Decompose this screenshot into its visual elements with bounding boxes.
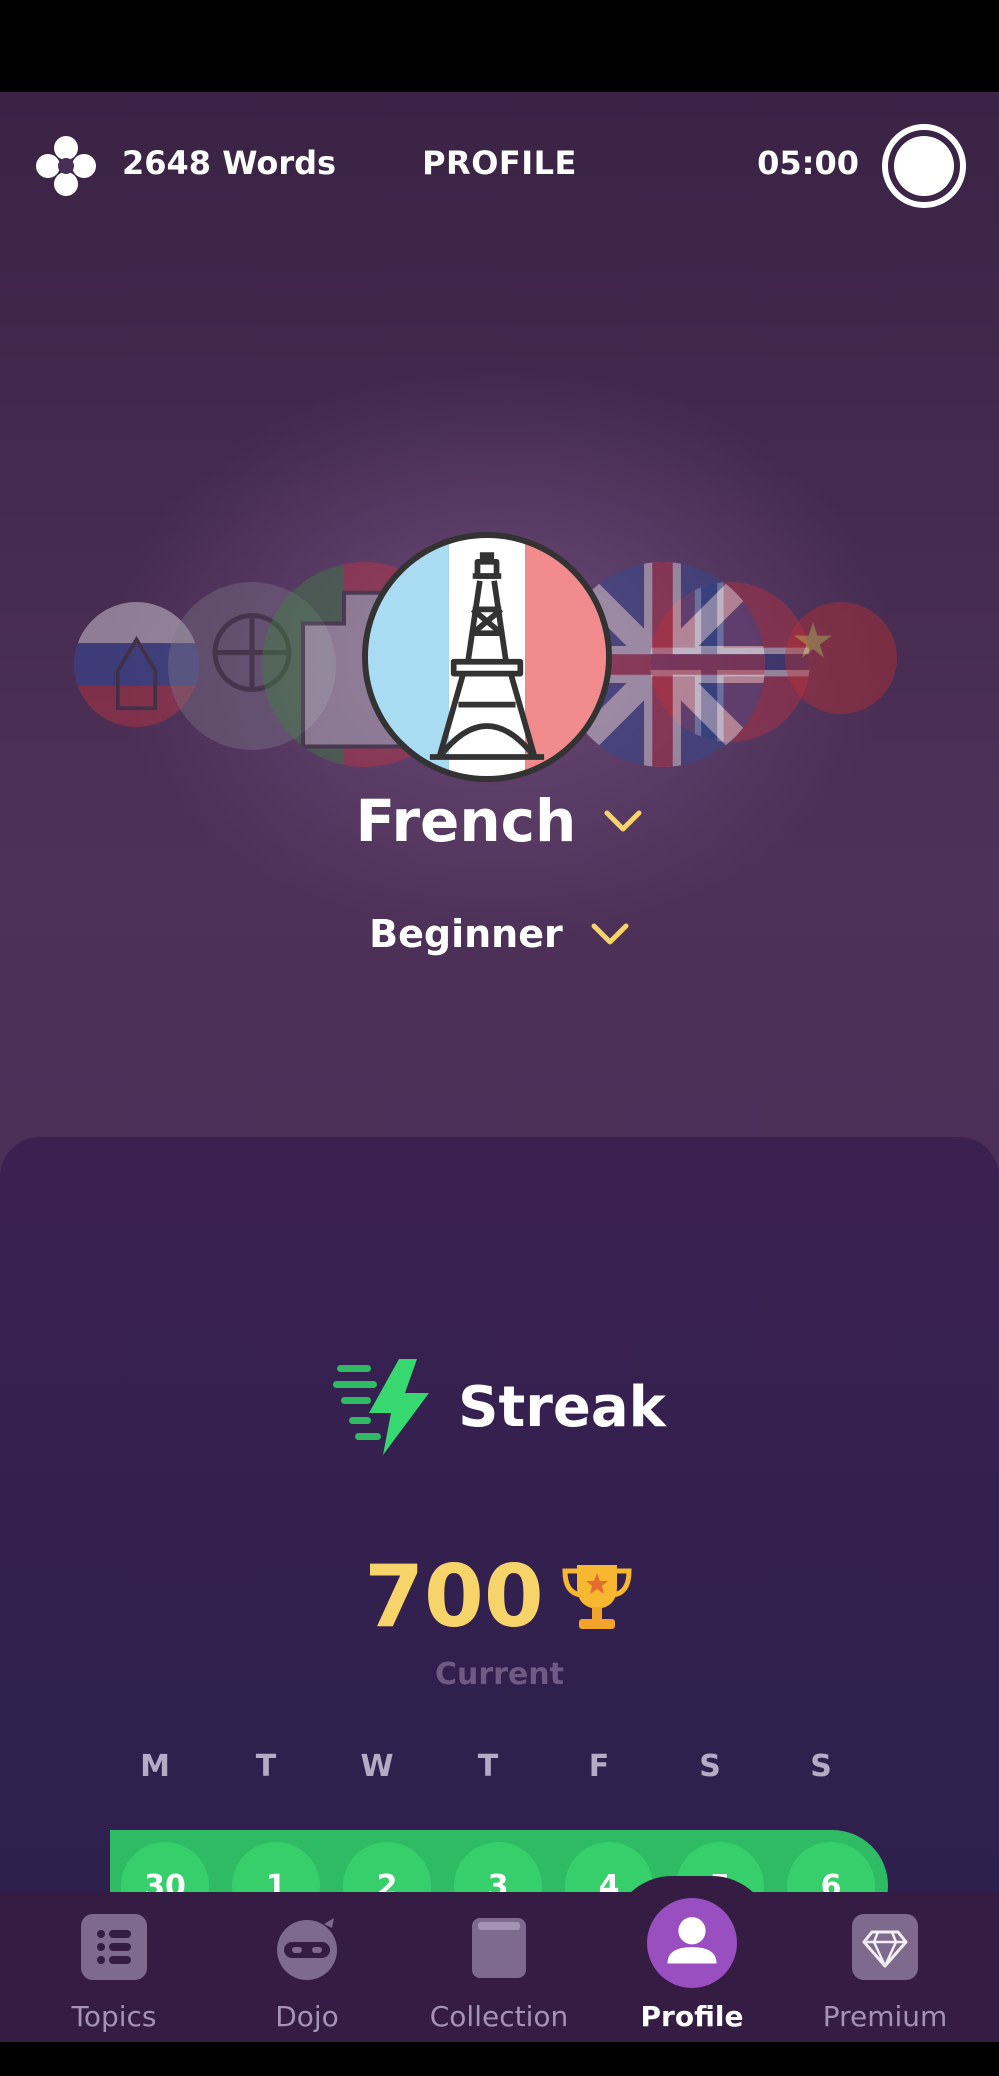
weekday-label: W xyxy=(360,1749,394,1784)
weekday-label: T xyxy=(477,1749,499,1784)
list-icon xyxy=(81,1914,147,1980)
nav-label: Dojo xyxy=(275,2000,339,2033)
level-name: Beginner xyxy=(369,912,563,956)
chevron-down-icon xyxy=(604,810,642,832)
diamond-icon xyxy=(852,1914,918,1980)
status-bar xyxy=(0,0,999,92)
nav-label: Topics xyxy=(71,2000,157,2033)
app-header: 2648 Words PROFILE 05:00 xyxy=(0,92,999,242)
timer-display: 05:00 xyxy=(757,144,859,182)
streak-label: Streak xyxy=(458,1374,666,1440)
language-carousel[interactable] xyxy=(0,392,999,812)
flag-chinese[interactable] xyxy=(785,602,897,714)
weekday-label: S xyxy=(810,1749,832,1784)
nav-dojo[interactable]: Dojo xyxy=(212,1892,402,2042)
streak-count-row: 700 xyxy=(0,1547,999,1647)
nav-premium[interactable]: Premium xyxy=(790,1892,980,2042)
flag-french-selected[interactable] xyxy=(362,532,612,782)
weekday-label: M xyxy=(140,1749,170,1784)
language-selector[interactable]: French xyxy=(0,787,999,855)
nav-label: Premium xyxy=(822,2000,948,2033)
user-icon xyxy=(647,1898,737,1988)
system-nav-bar xyxy=(0,2042,999,2076)
book-icon xyxy=(472,1918,526,1978)
chevron-down-icon xyxy=(591,923,629,945)
streak-header: Streak xyxy=(0,1357,999,1457)
record-button[interactable] xyxy=(882,124,966,208)
level-selector[interactable]: Beginner xyxy=(0,912,999,956)
nav-topics[interactable]: Topics xyxy=(19,1892,209,2042)
record-icon xyxy=(894,136,954,196)
trophy-icon xyxy=(562,1565,632,1629)
weekday-label: F xyxy=(588,1749,610,1784)
eiffel-tower-icon xyxy=(368,538,606,776)
nav-profile[interactable]: Profile xyxy=(597,1892,787,2042)
bottom-nav: Topics Dojo Collection Profile Premium xyxy=(0,1876,999,2042)
nav-collection[interactable]: Collection xyxy=(404,1892,594,2042)
weekday-label: S xyxy=(699,1749,721,1784)
lightning-streak-icon xyxy=(333,1359,430,1455)
nav-label: Profile xyxy=(640,2000,744,2033)
streak-caption: Current xyxy=(434,1657,564,1692)
profile-screen: 2648 Words PROFILE 05:00 French Beginner… xyxy=(0,92,999,2042)
nav-label: Collection xyxy=(429,2000,569,2033)
language-name: French xyxy=(355,787,577,855)
weekday-label: T xyxy=(255,1749,277,1784)
streak-count: 700 xyxy=(364,1547,544,1647)
ninja-icon xyxy=(277,1918,337,1980)
